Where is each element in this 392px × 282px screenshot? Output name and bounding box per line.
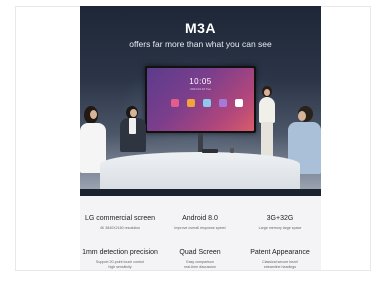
feature-item: Patent Appearance Classical secure bezel…	[240, 248, 320, 269]
app-icon	[235, 99, 243, 107]
feature-title: 1mm detection precision	[82, 249, 158, 256]
feature-item: LG commercial screen 4K 3840X2160 resolu…	[80, 214, 160, 231]
laptop	[202, 149, 218, 153]
hero-subtitle: offers far more than what you can see	[129, 39, 272, 49]
conference-table	[100, 152, 300, 189]
screen-app-row	[171, 99, 243, 107]
feature-grid: LG commercial screen 4K 3840X2160 resolu…	[80, 196, 321, 270]
desk-item	[230, 148, 234, 153]
app-icon	[171, 99, 179, 107]
feature-item: Android 8.0 Improve overall response spe…	[160, 214, 240, 231]
hero-title: M3A	[184, 20, 217, 36]
feature-item: 3G+32G Large memory large space	[240, 214, 320, 231]
feature-title: Quad Screen	[179, 249, 221, 256]
feature-description: 4K 3840X2160 resolution	[99, 226, 141, 230]
feature-description: Easy comparison real-time discussion	[184, 260, 216, 269]
feature-title: 3G+32G	[266, 215, 294, 222]
feature-description: Large memory large space	[258, 226, 302, 230]
feature-title: Android 8.0	[182, 215, 218, 222]
product-poster: M3A offers far more than what you can se…	[80, 6, 321, 270]
feature-item: Quad Screen Easy comparison real-time di…	[160, 248, 240, 269]
feature-item: 1mm detection precision Support 20-point…	[80, 248, 160, 269]
feature-description: Support 20-point touch control high sens…	[95, 260, 145, 269]
app-icon	[219, 99, 227, 107]
hero-banner: M3A offers far more than what you can se…	[80, 6, 321, 189]
screen-date: 2024.04.16 Tue	[190, 87, 211, 91]
feature-description: Improve overall response speed	[174, 226, 226, 230]
app-icon	[203, 99, 211, 107]
screen-clock: 10:05	[189, 77, 212, 86]
feature-title: Patent Appearance	[250, 249, 310, 256]
feature-description: Classical secure bezel streamline headin…	[262, 260, 298, 269]
interactive-display: 10:05 2024.04.16 Tue	[145, 66, 256, 133]
app-icon	[187, 99, 195, 107]
display-screen: 10:05 2024.04.16 Tue	[147, 68, 254, 131]
feature-title: LG commercial screen	[84, 215, 156, 222]
